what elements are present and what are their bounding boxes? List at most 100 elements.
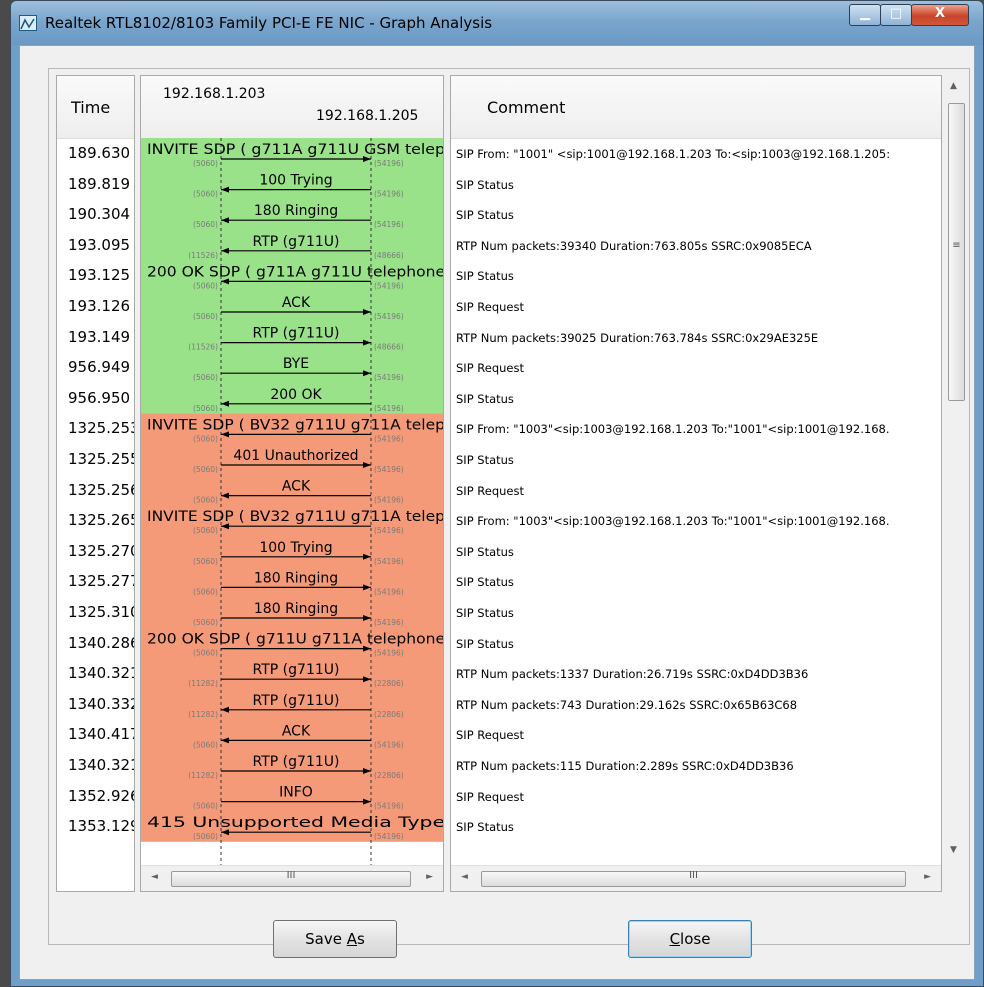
flow-graph[interactable]: INVITE SDP ( g711A g711U GSM telep (5060)…	[141, 138, 443, 867]
time-cell: 1340.286	[68, 633, 135, 652]
time-cell: 1340.321	[68, 664, 135, 683]
time-header: Time	[57, 76, 134, 139]
comment-cell[interactable]: SIP Status	[456, 178, 514, 192]
maximize-button[interactable]: □	[880, 4, 912, 26]
grip-icon: III	[689, 870, 698, 881]
destination-port-label: (22806)	[374, 710, 404, 719]
destination-port-label: (54196)	[374, 618, 404, 627]
comment-cell[interactable]: SIP Status	[456, 208, 514, 222]
destination-port-label: (54196)	[374, 526, 404, 535]
message-label: INVITE SDP ( BV32 g711U g711A telep	[147, 509, 443, 525]
comment-cell[interactable]: RTP Num packets:39025 Duration:763.784s …	[456, 331, 818, 345]
destination-port-label: (54196)	[374, 496, 404, 505]
destination-port-label: (22806)	[374, 771, 404, 780]
destination-port-label: (48666)	[374, 343, 404, 352]
source-port-label: (5060)	[193, 312, 218, 321]
source-port-label: (5060)	[193, 190, 218, 199]
source-port-label: (11282)	[188, 679, 218, 688]
message-label: BYE	[283, 356, 309, 372]
destination-port-label: (54196)	[374, 281, 404, 290]
comment-header: Comment	[451, 76, 941, 139]
comment-cell[interactable]: RTP Num packets:743 Duration:29.162s SSR…	[456, 698, 797, 712]
message-label: INVITE SDP ( g711A g711U GSM telep	[147, 142, 443, 158]
grip-icon: III	[286, 870, 296, 881]
time-cell: 193.125	[68, 266, 131, 285]
destination-port-label: (54196)	[374, 649, 404, 658]
comment-cell[interactable]: SIP From: "1001" <sip:1001@192.168.1.203…	[456, 147, 890, 161]
comment-cell[interactable]: SIP From: "1003"<sip:1003@192.168.1.203 …	[456, 422, 890, 436]
source-port-label: (5060)	[193, 404, 218, 413]
source-port-label: (5060)	[193, 465, 218, 474]
comment-cell[interactable]: SIP Status	[456, 392, 514, 406]
scroll-down-arrow-icon[interactable]: ▼	[950, 845, 957, 855]
comment-cell[interactable]: SIP Status	[456, 453, 514, 467]
scroll-left-arrow-icon[interactable]: ◄	[461, 872, 468, 882]
comment-cell[interactable]: SIP Request	[456, 361, 524, 375]
comment-cell[interactable]: SIP From: "1003"<sip:1003@192.168.1.203 …	[456, 514, 890, 528]
source-port-label: (11282)	[188, 771, 218, 780]
close-label-post: lose	[680, 930, 711, 948]
message-label: RTP (g711U)	[253, 693, 340, 709]
message-label: ACK	[282, 723, 311, 739]
scroll-right-arrow-icon[interactable]: ►	[426, 872, 433, 882]
destination-port-label: (54196)	[374, 587, 404, 596]
message-label: 200 OK SDP ( g711A g711U telephone	[147, 264, 443, 280]
comment-cell[interactable]: SIP Status	[456, 575, 514, 589]
source-port-label: (5060)	[193, 373, 218, 382]
destination-port-label: (54196)	[374, 404, 404, 413]
comment-cell[interactable]: RTP Num packets:115 Duration:2.289s SSRC…	[456, 759, 794, 773]
comment-panel[interactable]: Comment SIP From: "1001" <sip:1001@192.1…	[450, 75, 942, 892]
time-cell: 1325.270	[68, 541, 135, 560]
time-column[interactable]: Time 189.630 189.819 190.304 193.095 193.125…	[56, 75, 135, 892]
source-port-label: (5060)	[193, 220, 218, 229]
close-window-button[interactable]: X	[911, 4, 969, 26]
scroll-right-arrow-icon[interactable]: ►	[924, 872, 931, 882]
save-as-button[interactable]: Save As	[273, 920, 397, 958]
title-bar[interactable]: Realtek RTL8102/8103 Family PCI-E FE NIC…	[11, 1, 983, 45]
comment-cell[interactable]: SIP Request	[456, 300, 524, 314]
comment-cell[interactable]: SIP Request	[456, 484, 524, 498]
vertical-scrollbar[interactable]: ▲ ≡ ▼	[946, 75, 966, 892]
comment-cell[interactable]: SIP Request	[456, 790, 524, 804]
destination-port-label: (22806)	[374, 679, 404, 688]
time-cell: 193.149	[68, 327, 131, 346]
message-label: 180 Ringing	[254, 601, 338, 617]
comment-cell[interactable]: SIP Status	[456, 820, 514, 834]
message-label: 200 OK SDP ( g711U g711A telephone	[147, 632, 443, 648]
vertical-scroll-thumb[interactable]: ≡	[948, 103, 965, 401]
host-b-address: 192.168.1.205	[316, 108, 419, 124]
comment-header-label: Comment	[487, 98, 566, 117]
comment-cell[interactable]: RTP Num packets:39340 Duration:763.805s …	[456, 239, 812, 253]
close-button[interactable]: Close	[628, 920, 752, 958]
destination-port-label: (54196)	[374, 220, 404, 229]
source-port-label: (11282)	[188, 710, 218, 719]
flow-graph-panel[interactable]: 192.168.1.203 192.168.1.205 INVITE SDP (…	[140, 75, 444, 892]
scroll-up-arrow-icon[interactable]: ▲	[950, 81, 957, 91]
comment-cell[interactable]: SIP Status	[456, 269, 514, 283]
comment-scroll-thumb[interactable]: III	[481, 870, 906, 887]
graph-horizontal-scrollbar[interactable]: ◄ III ►	[141, 865, 443, 891]
destination-port-label: (54196)	[374, 434, 404, 443]
source-port-label: (5060)	[193, 740, 218, 749]
message-label: 100 Trying	[259, 540, 332, 556]
message-label: RTP (g711U)	[253, 662, 340, 678]
source-port-label: (5060)	[193, 526, 218, 535]
time-cell: 1325.277	[68, 572, 135, 591]
graph-scroll-thumb[interactable]: III	[171, 870, 411, 887]
comment-cell[interactable]: SIP Status	[456, 606, 514, 620]
comment-cell[interactable]: SIP Status	[456, 637, 514, 651]
time-cell: 189.630	[68, 144, 131, 162]
message-label: 415 Unsupported Media Type	[147, 815, 443, 831]
time-cell: 193.095	[68, 235, 131, 254]
scroll-left-arrow-icon[interactable]: ◄	[151, 872, 158, 882]
comment-cell[interactable]: SIP Status	[456, 545, 514, 559]
comment-horizontal-scrollbar[interactable]: ◄ III ►	[451, 865, 941, 891]
message-label: 180 Ringing	[254, 570, 338, 586]
time-cell: 1325.256	[68, 480, 135, 499]
comment-cell[interactable]: RTP Num packets:1337 Duration:26.719s SS…	[456, 667, 808, 681]
time-cell: 1325.310	[68, 603, 135, 621]
comment-cell[interactable]: SIP Request	[456, 728, 524, 742]
graph-header: 192.168.1.203 192.168.1.205	[141, 76, 443, 139]
minimize-button[interactable]: ▁	[849, 4, 881, 26]
graph-analysis-window: Realtek RTL8102/8103 Family PCI-E FE NIC…	[10, 0, 984, 987]
